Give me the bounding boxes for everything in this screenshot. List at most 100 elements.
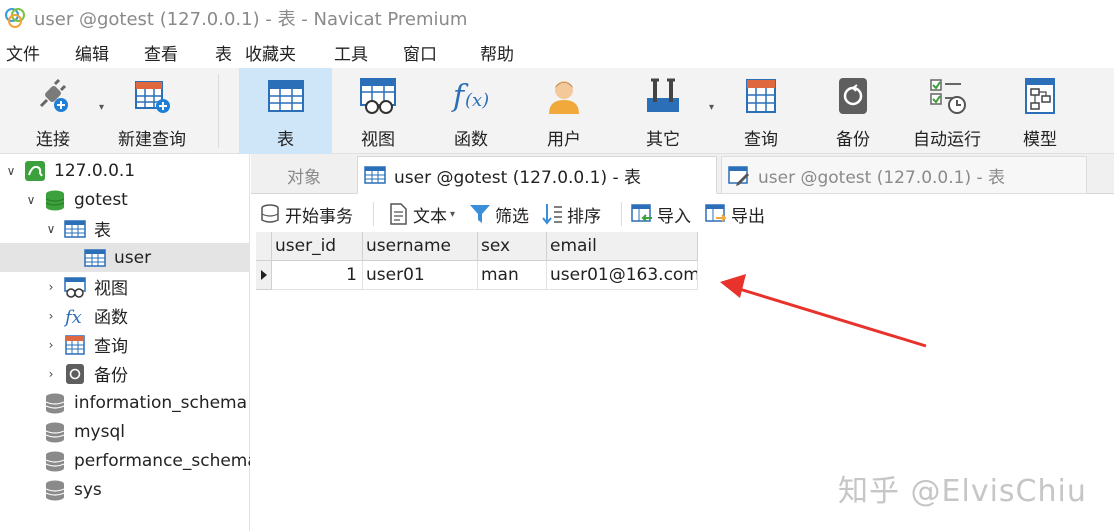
other-label: 其它 bbox=[646, 130, 680, 150]
tree-label: 查询 bbox=[94, 337, 128, 357]
tree-label: gotest bbox=[74, 189, 128, 210]
column-header-user-id[interactable]: user_id bbox=[272, 232, 363, 261]
model-button[interactable]: 模型 bbox=[996, 68, 1084, 154]
table-label: 表 bbox=[277, 130, 294, 150]
menu-favorites[interactable]: 收藏夹 bbox=[245, 40, 296, 65]
table-icon bbox=[364, 164, 386, 186]
new-query-button[interactable]: 新建查询 bbox=[108, 68, 196, 154]
automation-button[interactable]: 自动运行 bbox=[902, 68, 992, 154]
toolbar-separator bbox=[621, 202, 622, 226]
data-grid: user_id username sex email 1 user01 man … bbox=[256, 232, 701, 292]
connect-dropdown-icon[interactable]: ▾ bbox=[99, 102, 104, 113]
main-toolbar: ▾ 连接 新建查询 表 视图 f (x) 函数 用户 ▾ 其它 查询 备份 自动… bbox=[0, 68, 1114, 154]
tab-user-table-design[interactable]: user @gotest (127.0.0.1) - 表 bbox=[721, 156, 1087, 194]
tree-group-views[interactable]: › 视图 bbox=[0, 272, 250, 301]
tree-connection[interactable]: ∨ 127.0.0.1 bbox=[0, 156, 250, 185]
tree-group-tables[interactable]: ∨ 表 bbox=[0, 214, 250, 243]
function-label: 函数 bbox=[454, 130, 488, 150]
collapse-caret-icon[interactable]: › bbox=[44, 338, 58, 352]
tree-label: user bbox=[114, 247, 152, 268]
import-label: 导入 bbox=[657, 206, 691, 227]
function-icon: f (x) bbox=[451, 76, 491, 116]
tree-group-functions[interactable]: › fx 函数 bbox=[0, 301, 250, 330]
tree-label: information_schema bbox=[74, 392, 248, 413]
tree-database-mysql[interactable]: mysql bbox=[0, 417, 250, 446]
cell-sex[interactable]: man bbox=[478, 261, 547, 290]
menu-tools[interactable]: 工具 bbox=[334, 40, 368, 65]
begin-transaction-button[interactable]: 开始事务 bbox=[259, 201, 353, 227]
tree-label: mysql bbox=[74, 421, 125, 442]
cell-user-id[interactable]: 1 bbox=[272, 261, 363, 290]
user-button[interactable]: 用户 bbox=[520, 68, 608, 154]
tree-database-information-schema[interactable]: information_schema bbox=[0, 388, 250, 417]
import-button[interactable]: 导入 bbox=[631, 201, 691, 227]
new-query-icon bbox=[132, 76, 172, 116]
grid-corner bbox=[256, 232, 272, 261]
column-header-sex[interactable]: sex bbox=[478, 232, 547, 261]
text-view-label: 文本 bbox=[413, 206, 447, 227]
cell-username[interactable]: user01 bbox=[363, 261, 478, 290]
document-icon bbox=[387, 203, 409, 225]
automation-icon bbox=[927, 76, 967, 116]
export-button[interactable]: 导出 bbox=[705, 201, 765, 227]
mysql-connection-icon bbox=[24, 160, 46, 182]
collapse-caret-icon[interactable]: › bbox=[44, 309, 58, 323]
tree-database-gotest[interactable]: ∨ gotest bbox=[0, 185, 250, 214]
tree-label: 视图 bbox=[94, 279, 128, 299]
menu-edit[interactable]: 编辑 bbox=[75, 40, 109, 65]
collapse-caret-icon[interactable]: › bbox=[44, 280, 58, 294]
svg-text:(x): (x) bbox=[465, 90, 489, 111]
tree-group-queries[interactable]: › 查询 bbox=[0, 330, 250, 359]
tree-label: 127.0.0.1 bbox=[54, 160, 136, 181]
navigation-tree: ∨ 127.0.0.1 ∨ gotest ∨ 表 user › 视图 › fx … bbox=[0, 154, 250, 531]
text-view-button[interactable]: 文本 ▾ bbox=[387, 201, 455, 227]
title-bar: user @gotest (127.0.0.1) - 表 - Navicat P… bbox=[0, 0, 1114, 36]
menu-view[interactable]: 查看 bbox=[144, 40, 178, 65]
connect-button[interactable]: ▾ 连接 bbox=[4, 68, 104, 154]
collapse-caret-icon[interactable]: › bbox=[44, 367, 58, 381]
expand-caret-icon[interactable]: ∨ bbox=[44, 222, 58, 236]
user-icon bbox=[544, 76, 584, 116]
tree-database-sys[interactable]: sys bbox=[0, 475, 250, 504]
toolbar-separator bbox=[373, 202, 374, 226]
current-row-indicator-icon[interactable] bbox=[256, 261, 272, 290]
tab-bar: 对象 user @gotest (127.0.0.1) - 表 user @go… bbox=[251, 154, 1114, 194]
filter-button[interactable]: 筛选 bbox=[469, 201, 529, 227]
tree-group-backups[interactable]: › 备份 bbox=[0, 359, 250, 388]
other-dropdown-icon[interactable]: ▾ bbox=[709, 102, 714, 113]
database-transaction-icon bbox=[259, 203, 281, 225]
user-label: 用户 bbox=[547, 130, 581, 150]
menu-file[interactable]: 文件 bbox=[6, 40, 40, 65]
menu-window[interactable]: 窗口 bbox=[403, 40, 437, 65]
tab-user-table-active[interactable]: user @gotest (127.0.0.1) - 表 bbox=[357, 156, 717, 194]
export-icon bbox=[705, 203, 727, 225]
expand-caret-icon[interactable]: ∨ bbox=[24, 193, 38, 207]
menu-help[interactable]: 帮助 bbox=[480, 40, 514, 65]
sort-button[interactable]: 排序 bbox=[541, 201, 601, 227]
navicat-window: user @gotest (127.0.0.1) - 表 - Navicat P… bbox=[0, 0, 1114, 531]
filter-label: 筛选 bbox=[495, 206, 529, 227]
text-dropdown-icon[interactable]: ▾ bbox=[450, 209, 455, 220]
svg-text:fx: fx bbox=[64, 307, 82, 327]
query-icon bbox=[741, 76, 781, 116]
backup-button[interactable]: 备份 bbox=[808, 68, 898, 154]
column-header-email[interactable]: email bbox=[547, 232, 698, 261]
tree-database-performance-schema[interactable]: performance_schema bbox=[0, 446, 250, 475]
tree-table-user[interactable]: user bbox=[0, 243, 250, 272]
view-button[interactable]: 视图 bbox=[334, 68, 422, 154]
table-edit-icon bbox=[728, 164, 750, 186]
table-icon bbox=[84, 247, 106, 269]
toolbar-separator bbox=[218, 74, 219, 148]
tree-label: 表 bbox=[94, 221, 111, 241]
query-button[interactable]: 查询 bbox=[716, 68, 806, 154]
table-icon bbox=[266, 76, 306, 116]
function-button[interactable]: f (x) 函数 bbox=[426, 68, 516, 154]
column-header-username[interactable]: username bbox=[363, 232, 478, 261]
tab-label: user @gotest (127.0.0.1) - 表 bbox=[394, 167, 642, 188]
expand-caret-icon[interactable]: ∨ bbox=[4, 164, 18, 178]
table-button[interactable]: 表 bbox=[239, 68, 332, 154]
tab-objects[interactable]: 对象 bbox=[253, 156, 355, 194]
menu-table[interactable]: 表 bbox=[215, 40, 232, 65]
other-button[interactable]: ▾ 其它 bbox=[618, 68, 714, 154]
cell-email[interactable]: user01@163.com bbox=[547, 261, 698, 290]
